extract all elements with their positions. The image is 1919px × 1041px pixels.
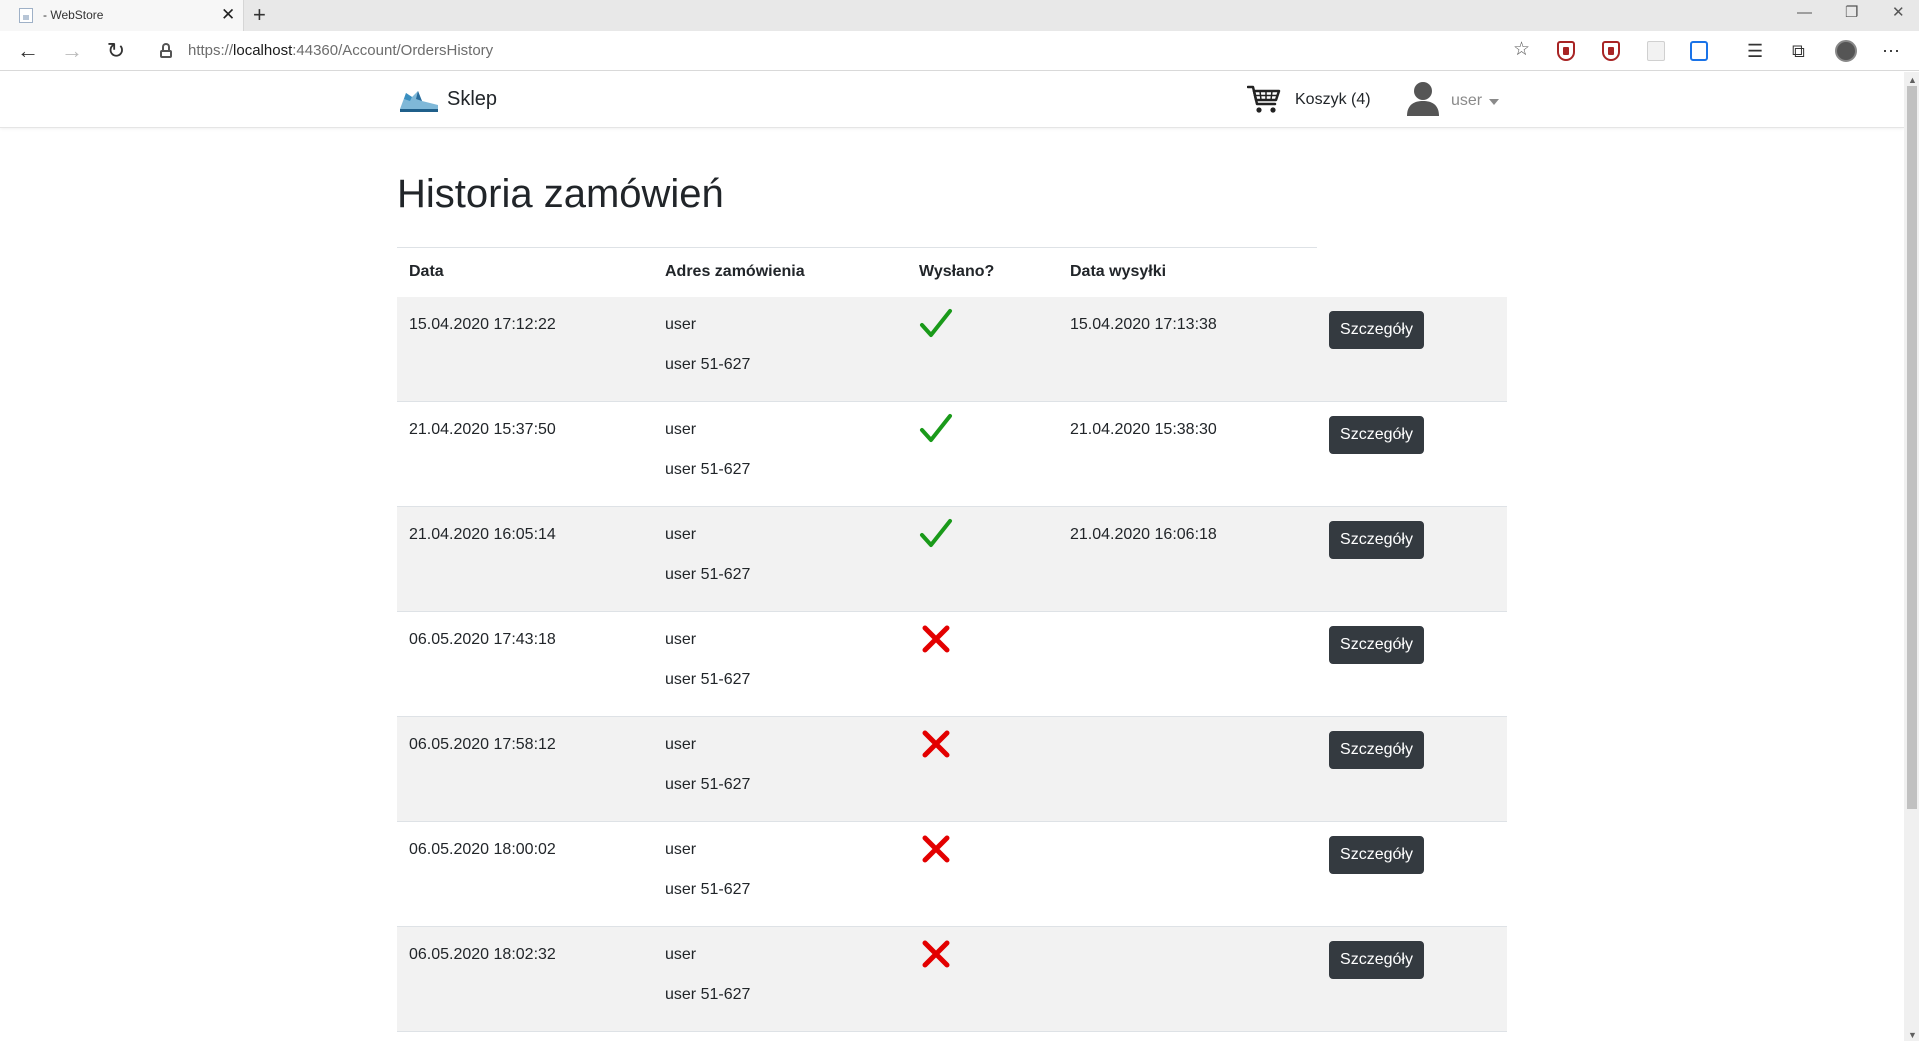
table-row: 21.04.2020 16:05:14 user user 51-627 21.… (397, 507, 1507, 612)
extension-hex-icon[interactable] (1602, 41, 1620, 61)
order-address-line1: user (665, 316, 697, 333)
close-tab-icon[interactable]: ✕ (221, 5, 235, 25)
order-address-line1: user (665, 421, 697, 438)
cross-icon (922, 625, 950, 653)
column-header-sent-date: Data wysyłki (1070, 263, 1167, 280)
page-viewport: Sklep Koszyk (4) user Historia zamówień … (0, 72, 1904, 1041)
order-address-line1: user (665, 946, 697, 963)
page-favicon-icon (19, 8, 33, 23)
scrollbar-thumb[interactable] (1907, 86, 1917, 809)
page-title: Historia zamówień (397, 172, 724, 216)
favorite-star-icon[interactable]: ☆ (1513, 38, 1530, 61)
details-button[interactable]: Szczegóły (1329, 416, 1424, 454)
page-scrollbar[interactable]: ▲ ▼ (1904, 72, 1919, 1041)
table-row: 06.05.2020 17:43:18 user user 51-627 Szc… (397, 612, 1507, 717)
extension-sync-icon[interactable] (1690, 41, 1708, 61)
details-button[interactable]: Szczegóły (1329, 626, 1424, 664)
column-header-sent: Wysłano? (919, 263, 995, 280)
details-button[interactable]: Szczegóły (1329, 836, 1424, 874)
cross-icon (922, 835, 950, 863)
extension-grey-icon[interactable] (1647, 41, 1665, 61)
refresh-icon[interactable]: ↻ (104, 39, 128, 63)
brand-name[interactable]: Sklep (447, 88, 497, 111)
order-sent-date: 21.04.2020 16:06:18 (1070, 526, 1217, 543)
order-address-line1: user (665, 841, 697, 858)
order-date: 06.05.2020 17:58:12 (409, 736, 556, 753)
back-arrow-icon[interactable]: ← (16, 39, 40, 63)
tab-title: - WebStore (43, 8, 104, 22)
order-date: 06.05.2020 18:00:02 (409, 841, 556, 858)
details-button[interactable]: Szczegóły (1329, 311, 1424, 349)
column-header-address: Adres zamówienia (665, 263, 805, 280)
checkmark-icon (920, 414, 952, 442)
restore-icon[interactable]: ❐ (1845, 3, 1858, 23)
order-address-line1: user (665, 631, 697, 648)
order-sent-date: 21.04.2020 15:38:30 (1070, 421, 1217, 438)
checkmark-icon (920, 519, 952, 547)
browser-tab[interactable]: - WebStore ✕ (0, 0, 244, 31)
extension-shield-icon[interactable] (1557, 41, 1575, 61)
order-address-line2: user 51-627 (665, 356, 751, 373)
order-address-line2: user 51-627 (665, 566, 751, 583)
profile-avatar-icon[interactable] (1835, 40, 1857, 62)
shopping-cart-icon (1247, 85, 1281, 113)
address-bar[interactable]: https://localhost:44360/Account/OrdersHi… (143, 34, 1536, 68)
details-button[interactable]: Szczegóły (1329, 731, 1424, 769)
scroll-up-icon[interactable]: ▲ (1908, 75, 1917, 85)
cross-icon (922, 940, 950, 968)
chevron-down-icon[interactable] (1489, 99, 1499, 105)
collections-icon[interactable]: ⧉ (1792, 39, 1805, 63)
order-date: 21.04.2020 16:05:14 (409, 526, 556, 543)
order-address-line2: user 51-627 (665, 461, 751, 478)
shoe-logo-icon (400, 91, 438, 112)
table-row: 06.05.2020 18:02:32 user user 51-627 Szc… (397, 927, 1507, 1032)
new-tab-icon[interactable]: + (253, 2, 266, 28)
table-row: 15.04.2020 17:12:22 user user 51-627 15.… (397, 297, 1507, 402)
table-header: Data Adres zamówienia Wysłano? Data wysy… (397, 247, 1507, 299)
table-row: 06.05.2020 18:00:02 user user 51-627 Szc… (397, 822, 1507, 927)
user-name[interactable]: user (1451, 92, 1482, 110)
more-menu-icon[interactable]: ⋯ (1882, 39, 1900, 63)
site-navbar: Sklep Koszyk (4) user (0, 72, 1904, 128)
order-date: 21.04.2020 15:37:50 (409, 421, 556, 438)
order-address-line2: user 51-627 (665, 986, 751, 1003)
order-date: 06.05.2020 17:43:18 (409, 631, 556, 648)
order-sent-date: 15.04.2020 17:13:38 (1070, 316, 1217, 333)
order-address-line1: user (665, 736, 697, 753)
order-date: 15.04.2020 17:12:22 (409, 316, 556, 333)
order-address-line2: user 51-627 (665, 671, 751, 688)
user-avatar-icon (1407, 82, 1439, 116)
table-row: 06.05.2020 17:58:12 user user 51-627 Szc… (397, 717, 1507, 822)
lock-icon[interactable] (160, 43, 172, 58)
url-text[interactable]: https://localhost:44360/Account/OrdersHi… (188, 42, 493, 59)
forward-arrow-icon[interactable]: → (60, 39, 84, 63)
orders-table: Data Adres zamówienia Wysłano? Data wysy… (397, 247, 1507, 1032)
details-button[interactable]: Szczegóły (1329, 941, 1424, 979)
cross-icon (922, 730, 950, 758)
order-address-line1: user (665, 526, 697, 543)
favorites-list-icon[interactable]: ☰ (1747, 39, 1763, 63)
checkmark-icon (920, 309, 952, 337)
window-close-icon[interactable]: ✕ (1892, 3, 1905, 23)
order-address-line2: user 51-627 (665, 776, 751, 793)
order-date: 06.05.2020 18:02:32 (409, 946, 556, 963)
minimize-icon[interactable]: — (1797, 3, 1812, 23)
table-row: 21.04.2020 15:37:50 user user 51-627 21.… (397, 402, 1507, 507)
browser-toolbar: ← → ↻ https://localhost:44360/Account/Or… (0, 31, 1919, 71)
browser-tab-bar: - WebStore ✕ + — ❐ ✕ (0, 0, 1919, 31)
details-button[interactable]: Szczegóły (1329, 521, 1424, 559)
order-address-line2: user 51-627 (665, 881, 751, 898)
column-header-date: Data (409, 263, 444, 280)
scroll-down-icon[interactable]: ▼ (1908, 1030, 1917, 1040)
cart-label[interactable]: Koszyk (4) (1295, 91, 1371, 109)
